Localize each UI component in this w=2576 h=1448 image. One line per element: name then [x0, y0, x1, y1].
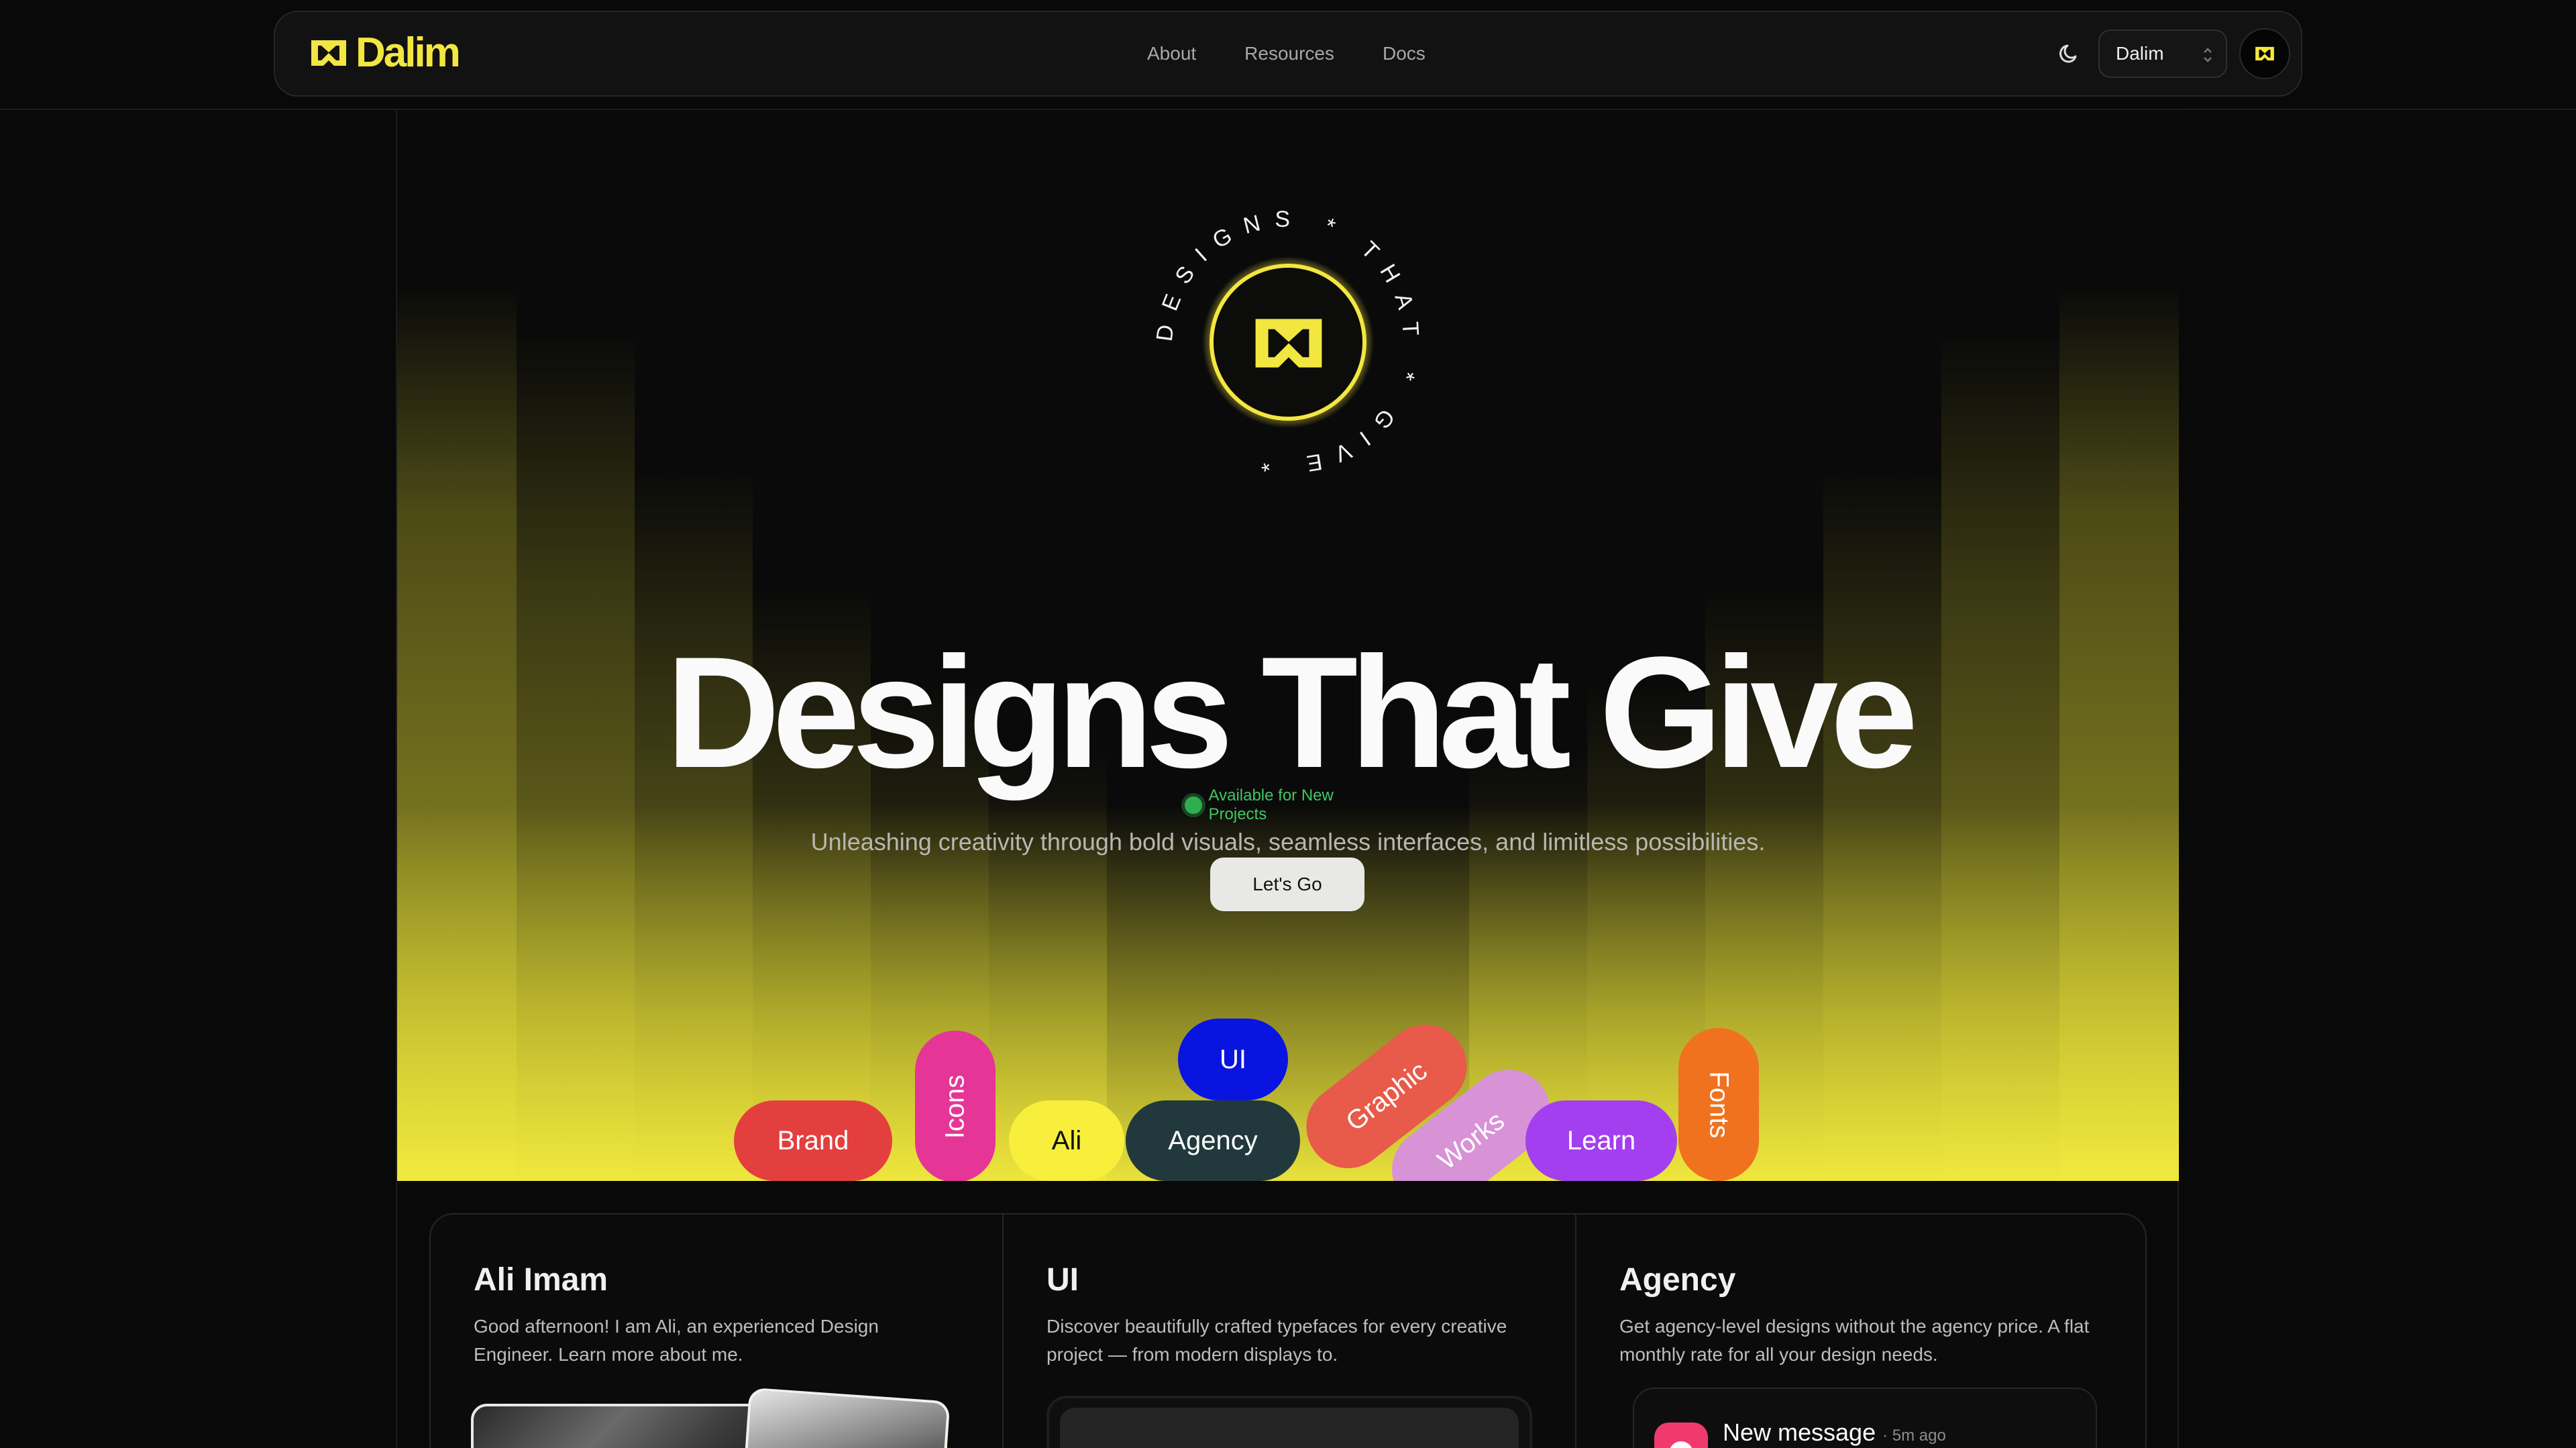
tag-pill-agency[interactable]: Agency — [1126, 1100, 1300, 1181]
notification-card[interactable]: New message · 5m ago — [1633, 1388, 2097, 1448]
notification-time: 5m ago — [1892, 1427, 1946, 1445]
card-body: Get agency-level designs without the age… — [1619, 1316, 2090, 1365]
card-body: Good afternoon! I am Ali, an experienced… — [474, 1316, 879, 1365]
moon-icon[interactable] — [2055, 40, 2082, 67]
tag-pill-icons-label: Icons — [940, 1074, 970, 1139]
profile-photo — [743, 1387, 951, 1448]
card-about[interactable]: Ali Imam Good afternoon! I am Ali, an ex… — [431, 1214, 1002, 1448]
main-nav: About Resources Docs — [1147, 12, 1426, 95]
notification-title-text: New message — [1723, 1418, 1876, 1446]
card-title: Ali Imam — [474, 1262, 608, 1298]
hero-title: Designs That Give — [665, 624, 1918, 801]
nav-link-about[interactable]: About — [1147, 43, 1196, 64]
avatar[interactable] — [2239, 28, 2290, 79]
workspace-select[interactable]: Dalim — [2098, 30, 2227, 78]
tag-pill-fonts-label: Fonts — [1704, 1070, 1734, 1139]
hero-section: DESIGNS * THAT * GIVE * Designs That Giv… — [397, 110, 2179, 1181]
notification-separator: · — [1882, 1427, 1892, 1445]
brand-mark-icon — [311, 40, 346, 66]
availability-status: Available for New Projects — [1185, 786, 1393, 823]
status-text: Available for New Projects — [1208, 786, 1334, 823]
workspace-select-value: Dalim — [2116, 43, 2164, 64]
tag-pill-fonts[interactable]: Fonts — [1678, 1028, 1759, 1181]
brand-logo[interactable]: Dalim — [309, 30, 461, 76]
card-ui[interactable]: UI Discover beautifully crafted typeface… — [1004, 1214, 1575, 1448]
nav-link-resources[interactable]: Resources — [1244, 43, 1334, 64]
photo-stack — [471, 1387, 961, 1448]
lets-go-button[interactable]: Let's Go — [1210, 858, 1364, 911]
rotating-badge: DESIGNS * THAT * GIVE * — [1152, 207, 1411, 478]
card-title: Agency — [1619, 1262, 1736, 1298]
brand-name: Dalim — [356, 30, 461, 76]
card-title: UI — [1046, 1262, 1079, 1298]
tag-pill-learn[interactable]: Learn — [1525, 1100, 1677, 1181]
feature-cards: Ali Imam Good afternoon! I am Ali, an ex… — [429, 1213, 2147, 1448]
nav-link-docs[interactable]: Docs — [1383, 43, 1426, 64]
device-mockup — [1046, 1396, 1532, 1448]
hero-subtitle: Unleashing creativity through bold visua… — [810, 828, 1766, 856]
navbar: Dalim About Resources Docs Dalim — [274, 11, 2302, 97]
tag-pill-ali[interactable]: Ali — [1009, 1100, 1124, 1181]
card-agency[interactable]: Agency Get agency-level designs without … — [1576, 1214, 2145, 1448]
brand-mark-icon — [2255, 46, 2274, 61]
tag-pill-icons[interactable]: Icons — [915, 1031, 996, 1181]
tag-pill-brand[interactable]: Brand — [734, 1100, 892, 1181]
message-icon — [1654, 1423, 1708, 1448]
card-body: Discover beautifully crafted typefaces f… — [1046, 1316, 1507, 1365]
status-dot-icon — [1185, 796, 1202, 814]
device-screen — [1060, 1408, 1519, 1448]
chevron-updown-icon — [2204, 48, 2212, 62]
notification-title: New message · 5m ago — [1723, 1418, 1946, 1447]
profile-photo — [471, 1404, 780, 1448]
tag-pill-ui[interactable]: UI — [1178, 1019, 1288, 1100]
